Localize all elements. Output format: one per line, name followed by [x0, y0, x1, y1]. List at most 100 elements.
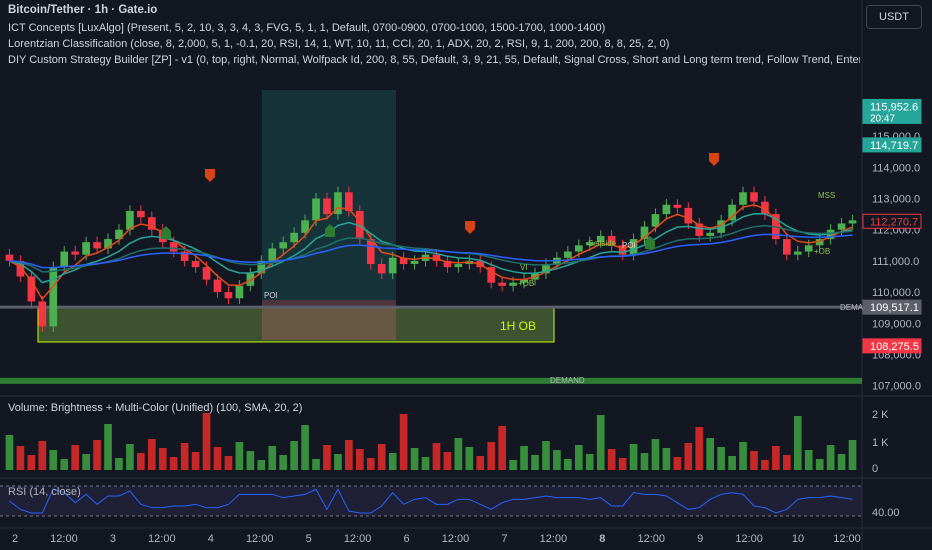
volume-bar	[345, 440, 353, 470]
time-axis-tick: 12:00	[540, 533, 568, 545]
volume-bar	[498, 426, 506, 470]
volume-bar	[16, 446, 25, 470]
candle-body	[137, 210, 145, 218]
candle-body	[377, 264, 386, 274]
volume-bar	[607, 449, 616, 470]
volume-bar	[137, 453, 145, 470]
volume-bar	[640, 453, 649, 470]
volume-bar	[421, 457, 430, 470]
time-axis-tick: 2	[12, 533, 18, 545]
volume-bar	[323, 445, 331, 470]
chart-annotation: POI	[622, 241, 636, 250]
price-label-text: 112,270.7	[870, 216, 918, 228]
candle-body	[71, 251, 79, 255]
candle-body	[169, 242, 178, 252]
volume-bar	[542, 441, 550, 470]
time-axis-tick: 12:00	[735, 533, 763, 545]
indicator-ict-concepts[interactable]: ICT Concepts [LuxAlgo] (Present, 5, 2, 1…	[8, 22, 605, 34]
candle-body	[224, 292, 233, 299]
time-axis-tick: 12:00	[148, 533, 176, 545]
volume-bar	[158, 448, 167, 470]
volume-bar	[804, 450, 813, 470]
volume-bar	[191, 452, 200, 470]
volume-bar	[202, 413, 211, 470]
price-axis-tick: 107,000.0	[872, 381, 921, 393]
time-axis-tick: 12:00	[833, 533, 861, 545]
price-axis-tick: 113,000.0	[872, 194, 920, 206]
price-axis-tick: 111,000.0	[872, 256, 919, 268]
time-axis-tick: 12:00	[637, 533, 665, 545]
volume-bar	[465, 447, 474, 470]
volume-pane-title[interactable]: Volume: Brightness + Multi-Color (Unifie…	[8, 402, 302, 414]
candlestick-chart[interactable]: 1H OBDEMANDDEMANDPOI+OBVI+OBPOIMSSSellsi…	[0, 0, 932, 550]
candle-body	[739, 192, 747, 205]
candle-body	[804, 245, 813, 252]
candle-body	[268, 248, 277, 261]
volume-bar	[93, 440, 101, 470]
volume-bar	[312, 459, 320, 470]
candle-body	[509, 282, 517, 286]
ema-slow-line	[9, 224, 853, 273]
sell-signal-marker	[205, 169, 215, 182]
chart-annotation: VI	[520, 263, 528, 272]
time-axis-tick: 6	[403, 533, 409, 545]
volume-axis-tick: 1 K	[872, 437, 889, 449]
price-label-countdown: 20:47	[870, 113, 895, 124]
volume-bar	[651, 439, 660, 470]
volume-bar	[629, 444, 638, 470]
candle-body	[706, 232, 715, 236]
candle-body	[38, 301, 47, 327]
volume-bar	[224, 456, 233, 470]
candle-body	[93, 242, 101, 249]
sell-signal-marker	[709, 153, 719, 166]
volume-bar	[301, 425, 309, 470]
demand-label: DEMAND	[550, 376, 585, 385]
candle-body	[651, 214, 660, 227]
volume-bar	[509, 460, 517, 470]
indicator-lorentzian[interactable]: Lorentzian Classification (close, 8, 2,0…	[8, 38, 669, 50]
volume-bar	[180, 443, 189, 470]
volume-bar	[268, 446, 277, 470]
time-axis-tick: 12:00	[442, 533, 470, 545]
candle-body	[498, 282, 506, 286]
candle-body	[312, 198, 320, 221]
indicator-diy-strategy[interactable]: DIY Custom Strategy Builder [ZP] - v1 (0…	[8, 54, 860, 66]
volume-bar	[399, 414, 408, 470]
rsi-pane-title[interactable]: RSI (14, close)	[8, 486, 81, 498]
volume-bar	[377, 444, 386, 470]
volume-bar	[585, 454, 594, 470]
candle-body	[662, 204, 671, 215]
volume-bar	[235, 442, 244, 470]
volume-bar	[71, 445, 79, 470]
candle-body	[279, 242, 288, 249]
volume-bar	[49, 450, 58, 470]
price-label-text: 115,952.6	[870, 101, 918, 113]
volume-bar	[728, 456, 736, 470]
volume-bar	[279, 455, 288, 470]
candle-body	[454, 264, 463, 268]
symbol-title[interactable]: Bitcoin/Tether · 1h · Gate.io	[8, 4, 157, 16]
volume-bar	[815, 459, 824, 470]
candle-body	[235, 285, 244, 299]
volume-bar	[82, 454, 90, 470]
volume-bar	[553, 450, 561, 470]
price-axis-tick: 109,000.0	[872, 318, 921, 330]
chart-annotation: MSS	[818, 191, 835, 200]
ema-blue-line	[9, 233, 853, 269]
chart-annotation: Sellside	[588, 239, 617, 248]
time-axis-tick: 12:00	[246, 533, 274, 545]
volume-bar	[454, 438, 463, 470]
currency-button[interactable]: USDT	[866, 5, 922, 29]
volume-bar	[662, 448, 671, 470]
volume-bar	[126, 444, 134, 470]
volume-bar	[793, 416, 802, 470]
candle-body	[793, 251, 802, 255]
volume-bar	[27, 455, 36, 470]
time-axis-tick: 8	[599, 533, 605, 545]
volume-bar	[246, 451, 255, 470]
volume-bar	[717, 447, 725, 470]
volume-bar	[531, 455, 539, 470]
volume-bar	[695, 427, 704, 470]
candle-body	[728, 204, 736, 221]
volume-bar	[826, 445, 835, 470]
